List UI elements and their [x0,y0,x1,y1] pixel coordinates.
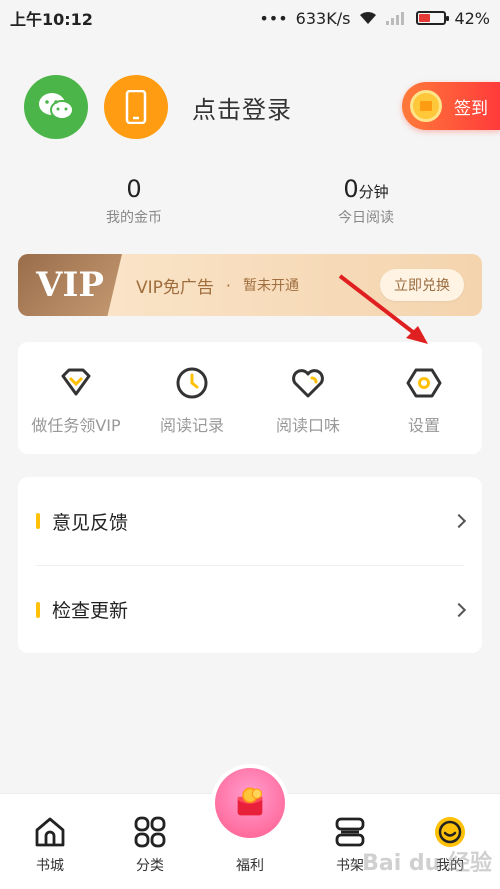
signin-button[interactable]: 签到 [402,82,500,130]
battery-icon [416,11,450,25]
status-bar: 上午10:12 ••• 633K/s 42% [0,0,500,36]
nav-welfare-label: 福利 [236,858,264,874]
more-dots-icon: ••• [259,8,288,28]
vip-title: VIP免广告 [136,277,214,298]
wechat-login-button[interactable] [24,75,88,139]
coins-label: 我的金币 [106,210,162,226]
vip-status: 暂未开通 [243,278,299,294]
feedback-row[interactable]: 意见反馈 [36,477,467,565]
phone-login-button[interactable] [104,75,168,139]
home-icon [35,817,65,847]
watermark: Bai du 经验 [362,851,492,876]
reading-taste-item[interactable]: 阅读口味 [250,342,366,454]
feedback-label: 意见反馈 [52,511,129,534]
wechat-icon [39,93,74,120]
menu-list: 意见反馈 检查更新 [18,477,482,653]
nav-bookstore-label: 书城 [36,858,64,874]
login-prompt[interactable]: 点击登录 [192,90,292,125]
accent-bar [36,513,40,529]
task-vip-item[interactable]: 做任务领VIP [18,342,134,454]
reading-history-item[interactable]: 阅读记录 [134,342,250,454]
diamond-icon [61,368,91,396]
red-envelope-icon [215,768,285,838]
nav-category[interactable]: 分类 [100,794,200,889]
coins-value: 0 [126,175,142,203]
bottom-nav: 书城 分类 福利 书架 我的 Bai du 经验 [0,768,500,889]
smile-icon [435,817,465,847]
vip-logo: VIP [18,254,122,316]
check-update-label: 检查更新 [52,600,129,622]
vip-banner[interactable]: VIP VIP免广告 · 暂未开通 立即兑换 [18,254,482,316]
accent-bar [36,601,40,618]
shortcut-grid: 做任务领VIP 阅读记录 阅读口味 设置 [18,342,482,454]
task-vip-label: 做任务领VIP [31,416,121,435]
settings-item[interactable]: 设置 [366,342,482,454]
settings-hexagon-icon [406,368,442,398]
reading-history-label: 阅读记录 [159,416,224,435]
category-icon [134,816,166,848]
wifi-icon [360,11,377,24]
nav-bookshelf-label: 书架 [336,858,364,874]
battery-fill [419,14,430,22]
reading-value: 0 [343,175,359,203]
coin-icon [410,90,442,122]
check-update-row[interactable]: 检查更新 [36,565,467,653]
stats-row: 0 我的金币 0分钟 今日阅读 [18,175,482,235]
nav-welfare[interactable]: 福利 [200,768,300,889]
phone-icon [125,90,147,124]
reading-taste-label: 阅读口味 [275,416,340,435]
reading-label: 今日阅读 [338,210,394,226]
coins-stat[interactable]: 0 我的金币 [18,175,250,235]
chevron-right-icon [451,513,467,529]
vip-separator: · [225,275,231,295]
status-time: 上午10:12 [10,10,93,29]
redeem-button[interactable]: 立即兑换 [380,269,464,301]
status-right: ••• 633K/s 42% [259,9,490,28]
network-speed: 633K/s [295,8,351,28]
bookshelf-icon [335,817,365,847]
login-header: 点击登录 签到 [24,72,500,142]
clock-icon [176,367,208,399]
chevron-right-icon [451,602,467,617]
signal-icon [386,12,405,25]
nav-bookstore[interactable]: 书城 [0,794,100,889]
signin-label: 签到 [454,98,488,119]
battery-percent: 42% [454,8,490,28]
reading-unit: 分钟 [358,183,389,201]
reading-stat[interactable]: 0分钟 今日阅读 [250,175,482,235]
heart-icon [292,369,324,398]
settings-label: 设置 [407,416,440,435]
nav-category-label: 分类 [136,858,164,874]
